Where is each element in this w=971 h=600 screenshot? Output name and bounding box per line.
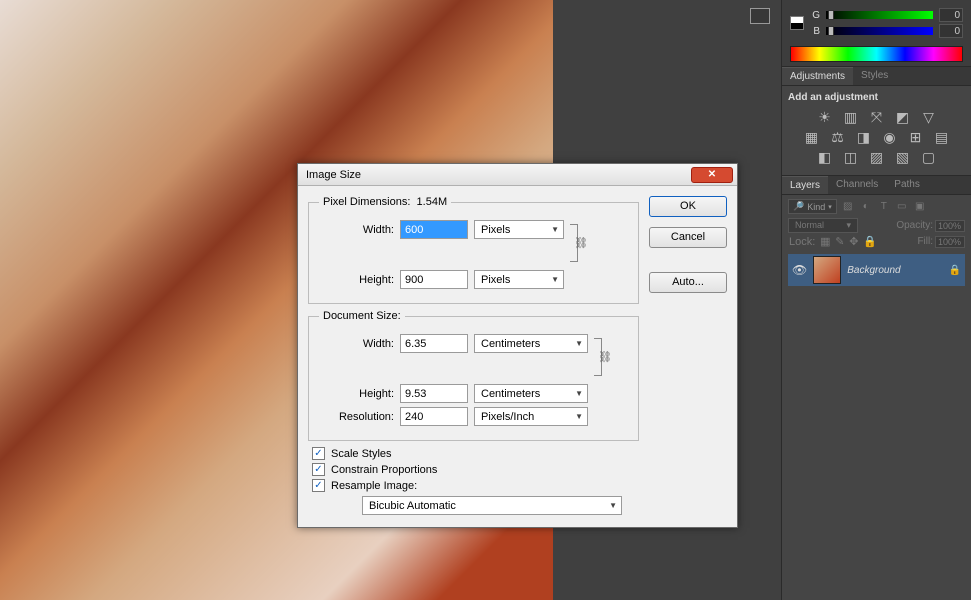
color-panel: G 0 B 0: [782, 0, 971, 67]
green-slider[interactable]: [826, 11, 933, 19]
resample-image-checkbox[interactable]: ✓ Resample Image:: [312, 479, 639, 492]
adjustments-body: Add an adjustment ☀ ▥ ⤧ ◩ ▽ ▦ ⚖ ◨ ◉ ⊞ ▤ …: [782, 86, 971, 176]
doc-width-label: Width:: [319, 338, 394, 350]
doc-height-unit-select[interactable]: Centimeters▼: [474, 384, 588, 403]
opacity-label: Opacity:: [896, 220, 933, 231]
opacity-input[interactable]: 100%: [935, 220, 965, 232]
right-panels: G 0 B 0 Adjustments Styles Add an adjust…: [781, 0, 971, 600]
brightness-icon[interactable]: ☀: [817, 109, 833, 125]
close-button[interactable]: ✕: [691, 167, 733, 183]
layer-thumbnail[interactable]: [813, 256, 841, 284]
blue-slider[interactable]: [826, 27, 933, 35]
color-balance-icon[interactable]: ⚖: [830, 129, 846, 145]
checkbox-icon: ✓: [312, 447, 325, 460]
lock-label: Lock:: [789, 236, 815, 248]
dock-toggle-icon[interactable]: [750, 8, 770, 24]
layer-background[interactable]: 👁 Background 🔒: [788, 254, 965, 286]
tab-styles[interactable]: Styles: [853, 67, 896, 85]
lock-position-icon[interactable]: ✥: [849, 236, 858, 248]
lock-paint-icon[interactable]: ✎: [835, 236, 844, 248]
px-height-input[interactable]: [400, 270, 468, 289]
tab-adjustments[interactable]: Adjustments: [782, 67, 853, 85]
document-size-group: Document Size: Width: Centimeters▼ ⛓ Hei…: [308, 310, 639, 441]
document-size-legend: Document Size:: [319, 310, 405, 322]
filter-shape-icon[interactable]: ▭: [895, 200, 909, 214]
curves-icon[interactable]: ⤧: [869, 109, 885, 125]
green-value[interactable]: 0: [939, 8, 963, 22]
gradient-map-icon[interactable]: ▧: [895, 149, 911, 165]
px-width-input[interactable]: [400, 220, 468, 239]
doc-height-label: Height:: [319, 388, 394, 400]
layers-body: 🔎 Kind ▾ ▨ ◐ T ▭ ▣ Normal▾ Opacity: 100%…: [782, 195, 971, 290]
scale-styles-checkbox[interactable]: ✓ Scale Styles: [312, 447, 639, 460]
doc-link-icon[interactable]: ⛓: [594, 334, 614, 380]
filter-adjust-icon[interactable]: ◐: [859, 200, 873, 214]
px-width-label: Width:: [319, 224, 394, 236]
exposure-icon[interactable]: ◩: [895, 109, 911, 125]
constrain-proportions-checkbox[interactable]: ✓ Constrain Proportions: [312, 463, 639, 476]
lock-all-icon[interactable]: 🔒: [863, 236, 877, 248]
filter-pixel-icon[interactable]: ▨: [841, 200, 855, 214]
color-spectrum[interactable]: [790, 46, 963, 62]
blue-label: B: [810, 26, 820, 37]
hue-icon[interactable]: ▦: [804, 129, 820, 145]
levels-icon[interactable]: ▥: [843, 109, 859, 125]
px-width-unit-select[interactable]: Pixels▼: [474, 220, 564, 239]
lock-transparent-icon[interactable]: ▦: [820, 236, 830, 248]
photo-filter-icon[interactable]: ◉: [882, 129, 898, 145]
visibility-eye-icon[interactable]: 👁: [792, 263, 807, 277]
cancel-button[interactable]: Cancel: [649, 227, 727, 248]
dialog-titlebar[interactable]: Image Size ✕: [298, 164, 737, 186]
fill-label: Fill:: [917, 236, 933, 247]
resolution-input[interactable]: [400, 407, 468, 426]
ok-button[interactable]: OK: [649, 196, 727, 217]
adjustments-heading: Add an adjustment: [788, 92, 965, 103]
bw-icon[interactable]: ◨: [856, 129, 872, 145]
layers-tabs: Layers Channels Paths: [782, 176, 971, 195]
filter-type-icon[interactable]: T: [877, 200, 891, 214]
resolution-unit-select[interactable]: Pixels/Inch▼: [474, 407, 588, 426]
px-height-unit-select[interactable]: Pixels▼: [474, 270, 564, 289]
image-size-dialog: Image Size ✕ Pixel Dimensions: 1.54M Wid…: [297, 163, 738, 528]
foreground-background-swatch[interactable]: [790, 16, 804, 30]
tab-layers[interactable]: Layers: [782, 176, 828, 194]
green-label: G: [810, 10, 820, 21]
doc-width-unit-select[interactable]: Centimeters▼: [474, 334, 588, 353]
resample-method-select[interactable]: Bicubic Automatic▼: [362, 496, 622, 515]
tab-channels[interactable]: Channels: [828, 176, 886, 194]
blue-value[interactable]: 0: [939, 24, 963, 38]
filter-smart-icon[interactable]: ▣: [913, 200, 927, 214]
px-height-label: Height:: [319, 274, 394, 286]
pixel-dimensions-group: Pixel Dimensions: 1.54M Width: Pixels▼ ⛓…: [308, 196, 639, 304]
doc-height-input[interactable]: [400, 384, 468, 403]
px-link-icon[interactable]: ⛓: [570, 220, 590, 266]
posterize-icon[interactable]: ◫: [843, 149, 859, 165]
blend-mode-select[interactable]: Normal▾: [788, 218, 858, 233]
tab-paths[interactable]: Paths: [886, 176, 928, 194]
checkbox-icon: ✓: [312, 463, 325, 476]
fill-input[interactable]: 100%: [935, 236, 965, 248]
layer-name[interactable]: Background: [847, 265, 900, 276]
lookup-icon[interactable]: ▤: [934, 129, 950, 145]
adjustments-tabs: Adjustments Styles: [782, 67, 971, 86]
dialog-title: Image Size: [306, 169, 361, 181]
auto-button[interactable]: Auto...: [649, 272, 727, 293]
pixel-dimensions-legend: Pixel Dimensions: 1.54M: [319, 196, 451, 208]
invert-icon[interactable]: ◧: [817, 149, 833, 165]
channel-mixer-icon[interactable]: ⊞: [908, 129, 924, 145]
layer-filter-kind[interactable]: 🔎 Kind ▾: [788, 199, 837, 214]
threshold-icon[interactable]: ▨: [869, 149, 885, 165]
vibrance-icon[interactable]: ▽: [921, 109, 937, 125]
selective-color-icon[interactable]: ▢: [921, 149, 937, 165]
resolution-label: Resolution:: [319, 411, 394, 423]
layer-lock-icon[interactable]: 🔒: [949, 265, 961, 276]
doc-width-input[interactable]: [400, 334, 468, 353]
checkbox-icon: ✓: [312, 479, 325, 492]
